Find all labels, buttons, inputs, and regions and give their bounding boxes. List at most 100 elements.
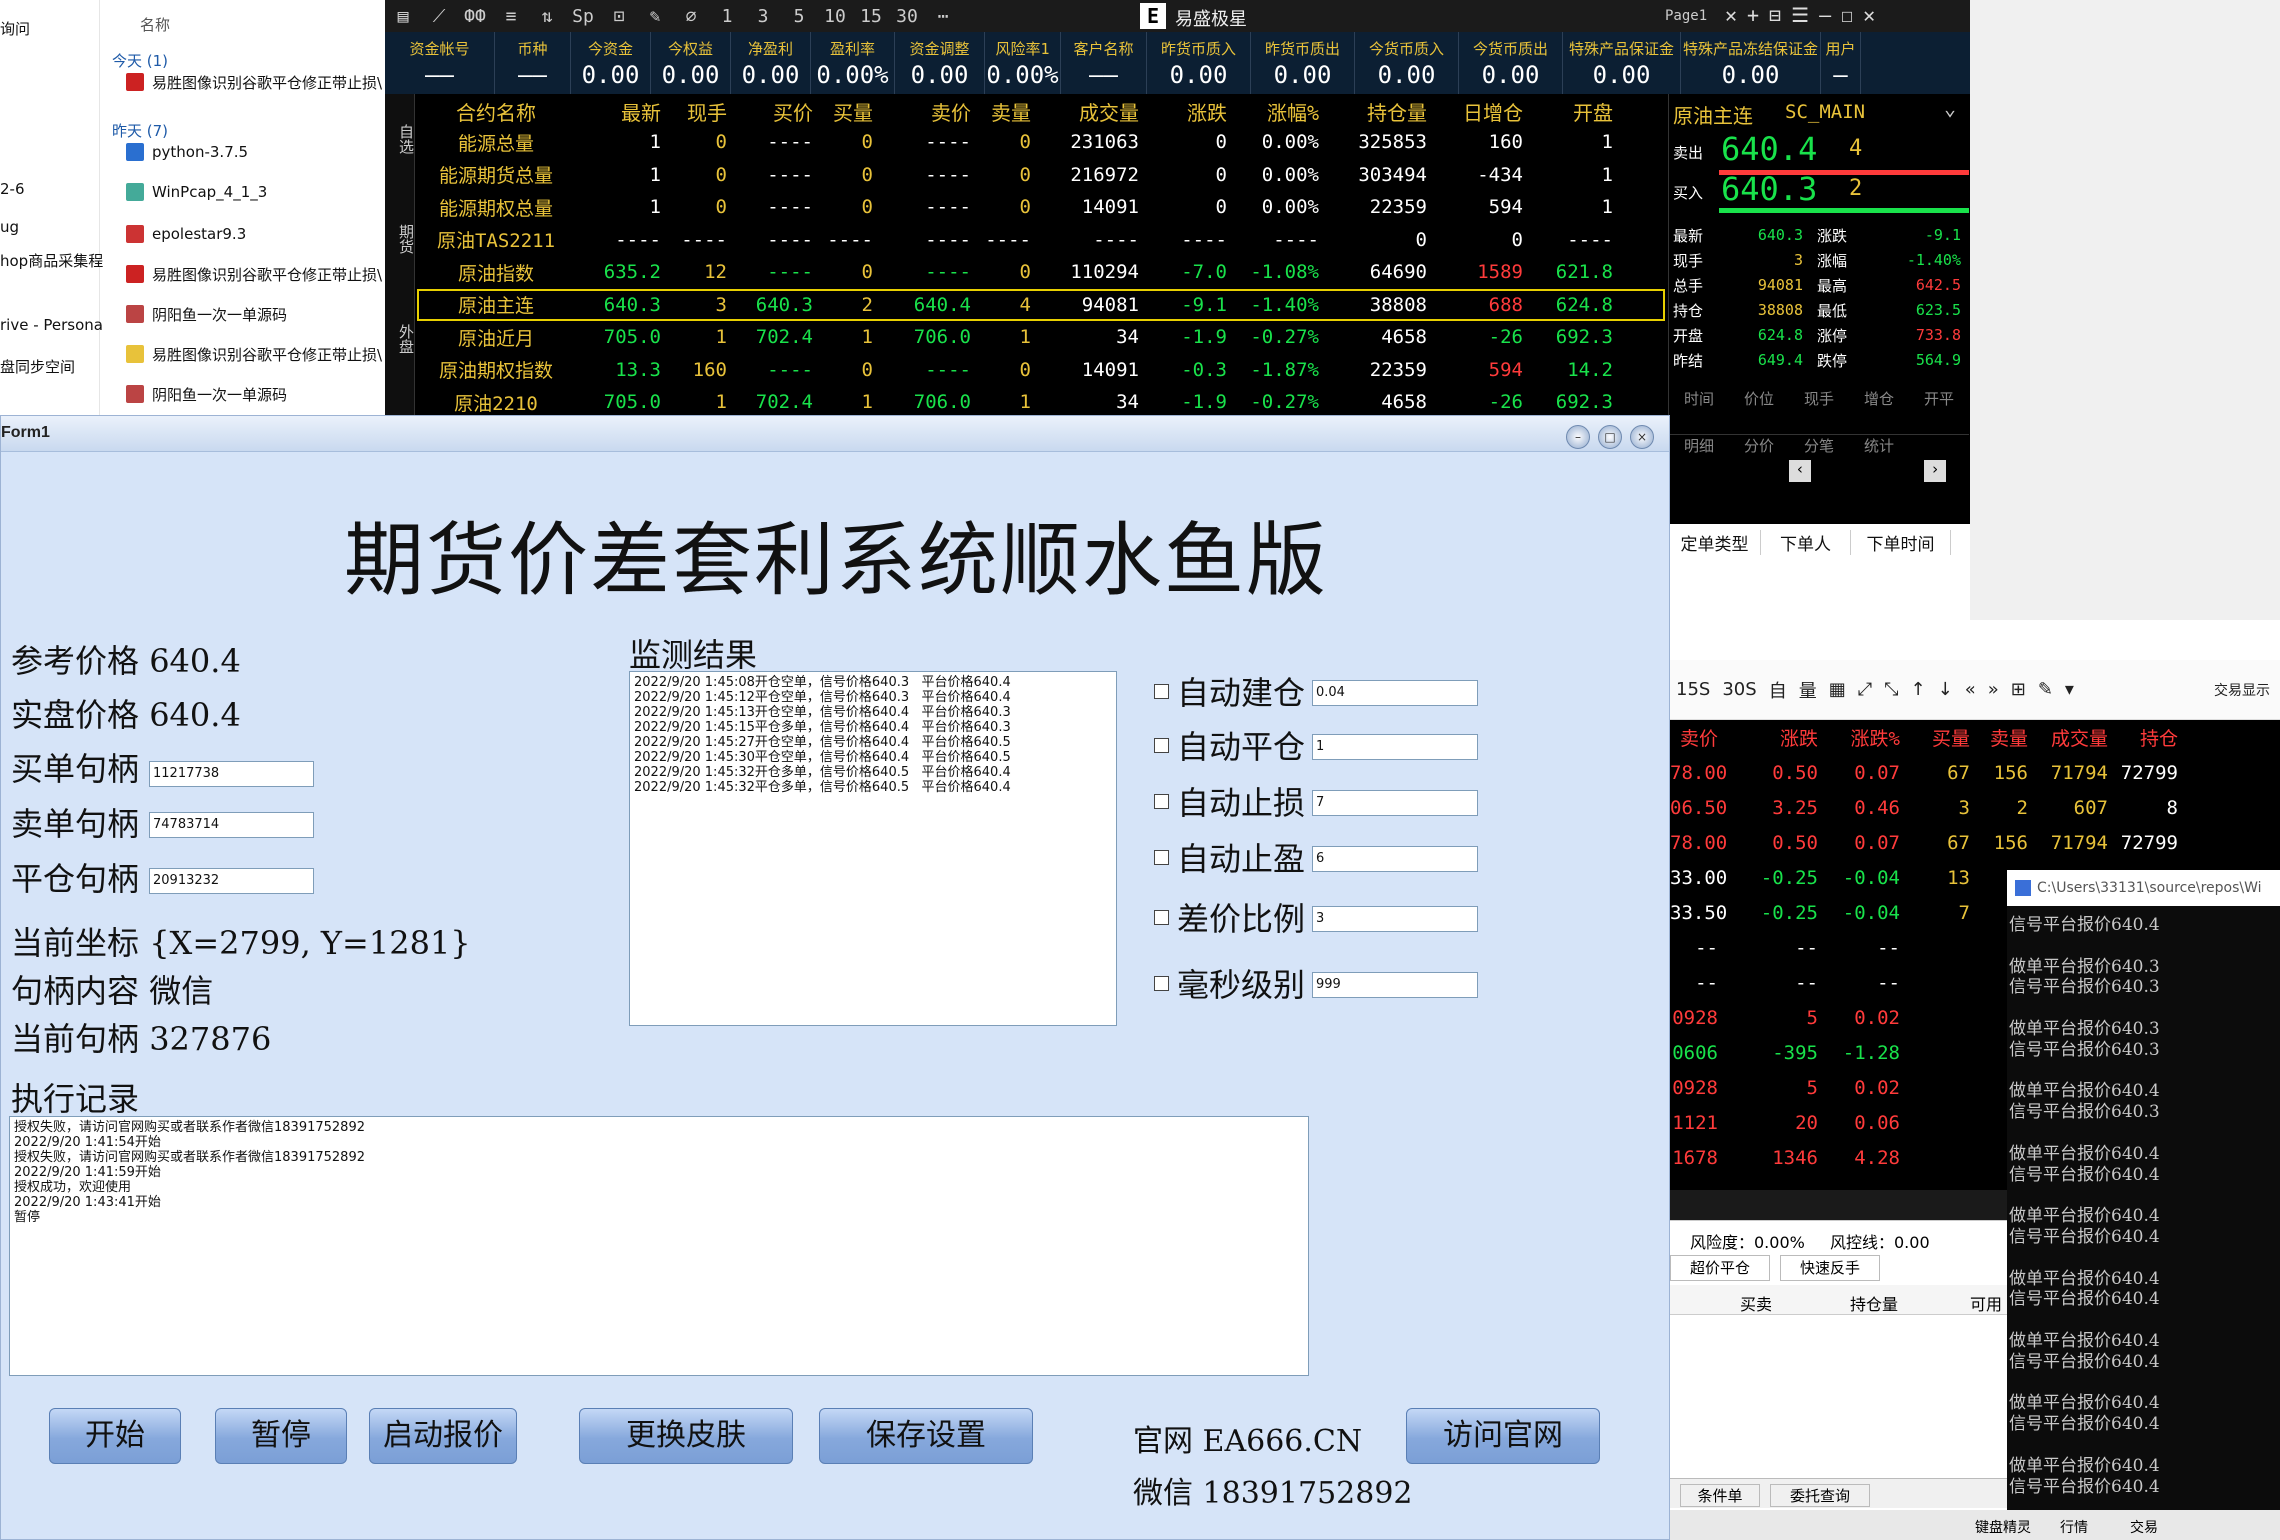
console-title-bar[interactable]: C:\Users\33131\source\repos\Wi: [2007, 870, 2280, 906]
chart-tool-icon[interactable]: 30S: [1722, 679, 1756, 700]
option-input[interactable]: 999: [1312, 972, 1478, 998]
file-row[interactable]: python-3.7.5: [126, 138, 248, 166]
toolbar-tool-icon[interactable]: ≡: [493, 6, 529, 27]
toolbar-tool-icon[interactable]: 5: [781, 6, 817, 27]
detail-tab[interactable]: 明细: [1669, 435, 1729, 456]
option-checkbox[interactable]: [1154, 794, 1169, 809]
visit-website-button[interactable]: 访问官网: [1406, 1408, 1600, 1464]
window-control-icon[interactable]: ✕: [1863, 3, 1875, 27]
option-input[interactable]: 6: [1312, 846, 1478, 872]
nav-item[interactable]: hop商品采集程: [0, 250, 103, 271]
toolbar-tool-icon[interactable]: ⋯: [925, 6, 961, 27]
market-header[interactable]: 涨跌%: [1818, 724, 1900, 751]
quote-header[interactable]: 成交量: [1031, 97, 1139, 126]
nav-item[interactable]: 盘同步空间: [0, 356, 75, 377]
status-quotes[interactable]: 行情: [2060, 1517, 2088, 1537]
nav-item[interactable]: 询问: [0, 18, 30, 39]
start-quote-button[interactable]: 启动报价: [369, 1408, 517, 1464]
over-price-close-button[interactable]: 超价平仓: [1670, 1255, 1770, 1281]
market-header[interactable]: 买量: [1900, 724, 1970, 751]
market-header[interactable]: 成交量: [2028, 724, 2108, 751]
pause-button[interactable]: 暂停: [215, 1408, 347, 1464]
market-row[interactable]: 78.00 0.50 0.07 67 156 71794 72799: [1670, 755, 2280, 790]
file-row[interactable]: 阴阳鱼一次一单源码: [126, 380, 287, 408]
quote-header[interactable]: 现手: [661, 97, 727, 126]
quote-row[interactable]: 能源期货总量 1 0 ---- 0 ---- 0 216972 0 0.00% 303494 -434…: [417, 159, 1665, 192]
quick-reverse-button[interactable]: 快速反手: [1780, 1255, 1880, 1281]
detail-tab[interactable]: 分价: [1729, 435, 1789, 456]
nav-item[interactable]: ug: [0, 218, 19, 236]
toolbar-tool-icon[interactable]: 15: [853, 6, 889, 27]
scroll-left-icon[interactable]: ‹: [1789, 460, 1811, 482]
status-keyboard-wizard[interactable]: 键盘精灵: [1975, 1517, 2031, 1537]
file-row[interactable]: epolestar9.3: [126, 220, 246, 248]
file-row[interactable]: 阴阳鱼一次一单源码: [126, 300, 287, 328]
close-button[interactable]: ×: [1630, 425, 1654, 449]
option-checkbox[interactable]: [1154, 910, 1169, 925]
close-handle-input[interactable]: 20913232: [149, 868, 314, 894]
chart-tool-icon[interactable]: ⤡: [1884, 679, 1898, 700]
detail-tab[interactable]: 分笔: [1789, 435, 1849, 456]
market-header[interactable]: 持仓: [2108, 724, 2178, 751]
quote-row[interactable]: 原油近月 705.0 1 702.4 1 706.0 1 34 -1.9 -0.27% 4658 -2…: [417, 321, 1665, 354]
chart-tool-icon[interactable]: 自: [1769, 677, 1787, 703]
quote-row[interactable]: 能源期权总量 1 0 ---- 0 ---- 0 14091 0 0.00% 22359 594 1: [417, 191, 1665, 224]
toolbar-tool-icon[interactable]: ⌀: [673, 6, 709, 27]
chart-tool-icon[interactable]: ✎: [2038, 679, 2053, 700]
quote-header[interactable]: 买量: [813, 97, 873, 126]
quote-header[interactable]: 涨跌: [1139, 97, 1227, 126]
chart-tool-icon[interactable]: ▾: [2065, 679, 2074, 700]
toolbar-tool-icon[interactable]: ⊡: [601, 6, 637, 27]
chart-tool-icon[interactable]: 15S: [1676, 679, 1710, 700]
window-control-icon[interactable]: ⊟: [1769, 3, 1781, 27]
column-header-name[interactable]: 名称: [140, 14, 170, 35]
nav-item[interactable]: 2-6: [0, 180, 25, 198]
window-control-icon[interactable]: ✕: [1725, 3, 1737, 27]
toolbar-tool-icon[interactable]: 3: [745, 6, 781, 27]
toolbar-tool-icon[interactable]: 30: [889, 6, 925, 27]
window-control-icon[interactable]: ☐: [1841, 3, 1853, 27]
quote-header[interactable]: 卖价: [873, 97, 971, 126]
minimize-button[interactable]: –: [1566, 425, 1590, 449]
option-input[interactable]: 7: [1312, 790, 1478, 816]
option-checkbox[interactable]: [1154, 684, 1169, 699]
option-input[interactable]: 3: [1312, 906, 1478, 932]
chart-tool-icon[interactable]: 量: [1799, 677, 1817, 703]
side-tab[interactable]: 自选: [385, 124, 415, 154]
option-input[interactable]: 0.04: [1312, 680, 1478, 706]
toolbar-tool-icon[interactable]: Sp: [565, 6, 601, 27]
order-header[interactable]: 下单人: [1761, 530, 1851, 555]
file-row[interactable]: WinPcap_4_1_3: [126, 178, 267, 206]
status-trade[interactable]: 交易: [2130, 1517, 2158, 1537]
market-row[interactable]: 06.50 3.25 0.46 3 2 607 8: [1670, 790, 2280, 825]
quote-header[interactable]: 日增仓: [1427, 97, 1523, 126]
option-checkbox[interactable]: [1154, 850, 1169, 865]
side-tab[interactable]: 期货: [385, 224, 415, 254]
chart-tool-icon[interactable]: «: [1965, 679, 1976, 700]
chart-tool-icon[interactable]: ⊞: [2011, 679, 2026, 700]
window-control-icon[interactable]: +: [1747, 3, 1759, 27]
chart-tool-icon[interactable]: ↓: [1938, 679, 1953, 700]
quote-row[interactable]: 原油期权指数 13.3 160 ---- 0 ---- 0 14091 -0.3 -1.87% 22…: [417, 354, 1665, 387]
quote-row[interactable]: 能源总量 1 0 ---- 0 ---- 0 231063 0 0.00% 325853 160 1: [417, 126, 1665, 159]
tab-conditional-order[interactable]: 条件单: [1680, 1484, 1760, 1507]
option-checkbox[interactable]: [1154, 976, 1169, 991]
nav-item[interactable]: rive - Persona: [0, 316, 103, 334]
buy-handle-input[interactable]: 11217738: [149, 761, 314, 787]
trade-display-toggle[interactable]: 交易显示: [2214, 680, 2270, 700]
quote-header[interactable]: 买价: [727, 97, 813, 126]
market-row[interactable]: 78.00 0.50 0.07 67 156 71794 72799: [1670, 825, 2280, 860]
option-checkbox[interactable]: [1154, 738, 1169, 753]
quote-header[interactable]: 卖量: [971, 97, 1031, 126]
sell-price[interactable]: 640.4: [1721, 130, 1817, 168]
side-tab[interactable]: 外盘: [385, 324, 415, 354]
window-control-icon[interactable]: ☰: [1791, 3, 1809, 27]
form-title-bar[interactable]: Form1 – □ ×: [1, 416, 1669, 452]
quote-row[interactable]: 原油指数 635.2 12 ---- 0 ---- 0 110294 -7.0 -1.08% 646…: [417, 256, 1665, 289]
order-header[interactable]: 下单时间: [1851, 530, 1951, 555]
quote-header[interactable]: 持仓量: [1319, 97, 1427, 126]
toolbar-tool-icon[interactable]: ⇅: [529, 6, 565, 27]
option-input[interactable]: 1: [1312, 734, 1478, 760]
maximize-button[interactable]: □: [1598, 425, 1622, 449]
start-button[interactable]: 开始: [49, 1408, 181, 1464]
